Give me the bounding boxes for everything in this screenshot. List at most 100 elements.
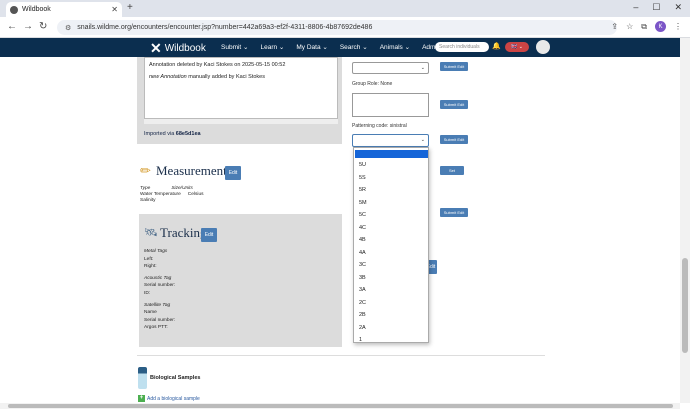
menu-my-data[interactable]: My Data ⌄ [296, 43, 327, 51]
ruler-pencil-icon: ✏ [140, 163, 151, 178]
window-controls: – ☐ ✕ [633, 2, 682, 13]
salinity-label: Salinity [140, 198, 156, 203]
maximize-icon[interactable]: ☐ [652, 2, 660, 13]
measurements-edit-button[interactable]: Edit [225, 166, 241, 180]
option-4a[interactable]: 4A [359, 250, 366, 256]
tracking-edit-button[interactable]: Edit [201, 228, 217, 242]
option-5s[interactable]: 5S [359, 175, 366, 181]
satellite-serial-label: Serial number: [144, 317, 176, 323]
satellite-icon: 🛰 [144, 227, 158, 239]
main-menu: Submit ⌄ Learn ⌄ My Data ⌄ Search ⌄ Anim… [221, 43, 460, 51]
browser-tab[interactable]: Wildbook ✕ [6, 2, 122, 17]
option-1[interactable]: 1 [359, 337, 362, 343]
submit-edit-button-2[interactable]: Submit Edit [440, 100, 468, 109]
forward-icon[interactable]: → [23, 21, 33, 32]
group-role-label: Group Role: None [352, 81, 393, 87]
option-5m[interactable]: 5M [359, 200, 367, 206]
imported-id-link[interactable]: 68e5d1ea [176, 131, 201, 137]
back-icon[interactable]: ← [7, 21, 17, 32]
menu-learn[interactable]: Learn ⌄ [260, 43, 284, 51]
left-tag-label: Left: [144, 256, 154, 262]
patterning-code-dropdown[interactable]: 5U 5S 5R 5M 5C 4C 4B 4A 3C 3B 3A 2C 2B 2… [353, 147, 429, 343]
horizontal-scrollbar[interactable] [0, 403, 680, 409]
vertical-scrollbar[interactable] [680, 38, 690, 403]
annotation-history-box[interactable]: Annotation deleted by Kaci Stokes on 202… [144, 57, 338, 119]
wildbook-logo[interactable]: ✕ Wildbook [150, 40, 206, 57]
option-2c[interactable]: 2C [359, 300, 366, 306]
language-selector[interactable]: 🇬🇧 ⌄ [505, 42, 529, 52]
imported-via-label: Imported via [144, 131, 176, 137]
section-divider [137, 355, 545, 356]
chevron-down-icon: ⌄ [420, 137, 425, 143]
water-temperature-label: Water Temperature [140, 192, 181, 197]
satellite-name-label: Name [144, 310, 157, 316]
submit-edit-button-1[interactable]: Submit Edit [440, 62, 468, 71]
add-biological-sample-link[interactable]: + Add a biological sample [138, 395, 200, 402]
option-5c[interactable]: 5C [359, 212, 366, 218]
new-tab-icon[interactable]: + [127, 2, 133, 13]
notification-bell-icon[interactable]: 🔔 [492, 42, 501, 50]
acoustic-tag-heading: Acoustic Tag [144, 275, 172, 281]
added-by-text: manually added by Kaci Stokes [186, 74, 265, 80]
wildbook-x-logo-icon: ✕ [150, 40, 162, 56]
patterning-code-label: Patterning code: sinistral [352, 123, 407, 129]
vertical-scroll-thumb[interactable] [682, 258, 688, 353]
horizontal-scroll-thumb[interactable] [8, 404, 673, 408]
submit-edit-button-3[interactable]: Submit Edit [440, 135, 468, 144]
measurements-table: Type Size/Units Water Temperature Celsius … [140, 186, 204, 204]
chevron-down-icon: ⌄ [420, 65, 425, 71]
option-2a[interactable]: 2A [359, 325, 366, 331]
top-select[interactable]: ⌄ [352, 62, 429, 74]
celsius-unit: Celsius [187, 192, 204, 197]
right-tag-label: Right: [144, 264, 157, 270]
submit-edit-button-4[interactable]: Submit Edit [440, 208, 468, 217]
individual-search-input[interactable]: Search individuals [435, 42, 489, 52]
measurements-title: Measurements [156, 163, 232, 178]
tracking-title: Tracking [160, 225, 207, 240]
option-5u[interactable]: 5U [359, 162, 366, 168]
patterning-code-select[interactable]: ⌄ [352, 134, 429, 147]
page-content: Annotation deleted by Kaci Stokes on 202… [0, 57, 680, 403]
test-tube-icon [138, 367, 147, 389]
annotation-added-line: new Annotation manually added by Kaci St… [149, 74, 333, 80]
minimize-icon[interactable]: – [633, 2, 638, 13]
option-4b[interactable]: 4B [359, 237, 366, 243]
option-5r[interactable]: 5R [359, 187, 366, 193]
close-window-icon[interactable]: ✕ [674, 2, 682, 13]
profile-avatar[interactable]: K [655, 21, 666, 32]
extensions-icon[interactable]: ⧉ [641, 22, 647, 32]
acoustic-id-label: ID: [144, 290, 151, 296]
site-info-icon[interactable]: ⚙ [65, 24, 71, 32]
wildbook-favicon-icon [10, 5, 18, 14]
user-avatar[interactable] [536, 40, 550, 54]
option-2b[interactable]: 2B [359, 312, 366, 318]
option-3c[interactable]: 3C [359, 262, 366, 268]
menu-search[interactable]: Search ⌄ [340, 43, 368, 51]
metal-tags-heading: Metal Tags [144, 249, 168, 254]
annotation-hscroll[interactable] [144, 119, 338, 124]
close-tab-icon[interactable]: ✕ [111, 5, 118, 14]
option-3b[interactable]: 3B [359, 275, 366, 281]
imported-via: Imported via 68e5d1ea [144, 131, 201, 137]
group-role-textarea[interactable] [352, 93, 429, 117]
add-biological-sample-text: Add a biological sample [147, 395, 200, 402]
url-text: snails.wildme.org/encounters/encounter.j… [77, 24, 373, 31]
set-button[interactable]: Set [440, 166, 464, 175]
argos-ptt-label: Argos PTT: [144, 325, 168, 331]
option-4c[interactable]: 4C [359, 225, 366, 231]
url-field[interactable]: ⚙ snails.wildme.org/encounters/encounter… [57, 20, 617, 35]
new-annotation-text: new Annotation [149, 74, 187, 80]
bookmark-star-icon[interactable]: ☆ [626, 22, 633, 31]
option-3a[interactable]: 3A [359, 287, 366, 293]
share-icon[interactable]: ⇪ [611, 22, 618, 31]
col-units: Size/Units [171, 186, 193, 191]
tab-title: Wildbook [22, 6, 51, 13]
reload-icon[interactable]: ↻ [39, 21, 47, 32]
col-type: Type [140, 186, 151, 191]
kebab-menu-icon[interactable]: ⋮ [674, 22, 682, 31]
menu-animals[interactable]: Animals ⌄ [380, 43, 410, 51]
menu-submit[interactable]: Submit ⌄ [221, 43, 248, 51]
dropdown-empty-option[interactable] [355, 150, 428, 158]
tracking-details: Metal Tags Left: Right: Acoustic Tag Ser… [144, 248, 175, 332]
wildbook-navbar: ✕ Wildbook Submit ⌄ Learn ⌄ My Data ⌄ Se… [0, 38, 680, 57]
